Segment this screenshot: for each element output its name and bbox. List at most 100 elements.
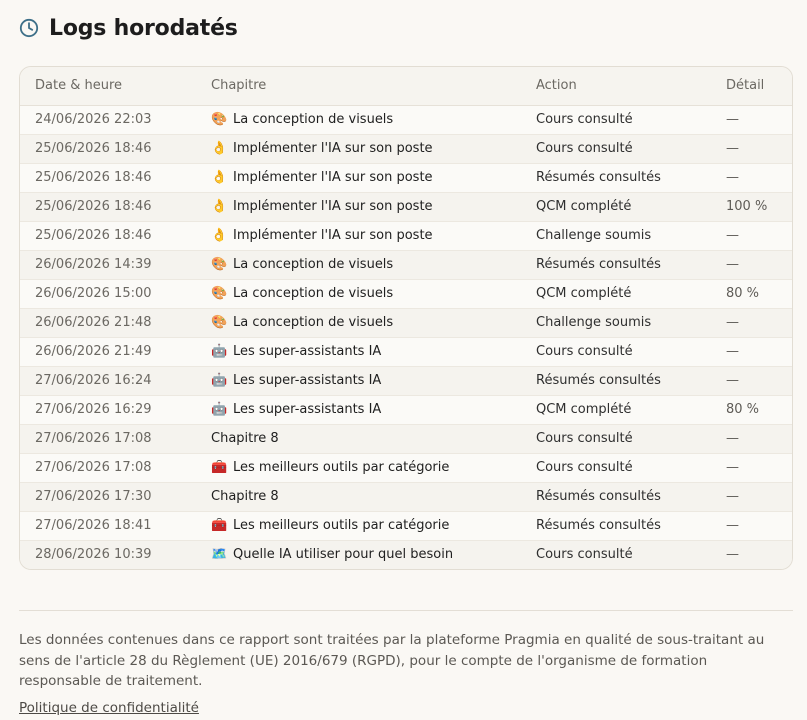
cell-date: 26/06/2026 15:00: [20, 279, 196, 309]
cell-detail: —: [711, 250, 792, 280]
cell-action: Résumés consultés: [521, 250, 711, 280]
cell-detail: —: [711, 308, 792, 338]
chapter-emoji-icon: 🧰: [211, 518, 228, 533]
cell-chapter: Chapitre 8: [196, 482, 521, 512]
chapter-emoji-icon: 👌: [211, 228, 228, 243]
cell-date: 27/06/2026 16:29: [20, 395, 196, 425]
table-row: 25/06/2026 18:46 👌 Implémenter l'IA sur so…: [20, 221, 792, 251]
cell-date: 24/06/2026 22:03: [20, 105, 196, 135]
cell-chapter: 🤖 Les super-assistants IA: [196, 337, 521, 367]
column-header-detail: Détail: [711, 67, 792, 106]
cell-detail: —: [711, 337, 792, 367]
cell-detail: —: [711, 163, 792, 193]
cell-detail: 100 %: [711, 192, 792, 222]
chapter-title: Implémenter l'IA sur son poste: [233, 199, 433, 214]
table-row: 27/06/2026 18:41 🧰 Les meilleurs outils pa…: [20, 511, 792, 541]
clock-icon: [19, 18, 39, 38]
divider: [19, 610, 793, 611]
cell-action: Cours consulté: [521, 453, 711, 483]
chapter-title: Les super-assistants IA: [233, 344, 382, 359]
cell-detail: 80 %: [711, 279, 792, 309]
chapter-emoji-icon: 👌: [211, 141, 228, 156]
chapter-title: Implémenter l'IA sur son poste: [233, 228, 433, 243]
cell-date: 27/06/2026 16:24: [20, 366, 196, 396]
cell-action: Cours consulté: [521, 540, 711, 569]
table-row: 27/06/2026 16:24 🤖 Les super-assistants IA…: [20, 366, 792, 396]
chapter-title: Les super-assistants IA: [233, 373, 382, 388]
chapter-title: La conception de visuels: [233, 112, 394, 127]
cell-chapter: 👌 Implémenter l'IA sur son poste: [196, 221, 521, 251]
table-row: 27/06/2026 17:30 Chapitre 8 Résumés consul…: [20, 482, 792, 512]
cell-action: Résumés consultés: [521, 511, 711, 541]
cell-chapter: 🎨 La conception de visuels: [196, 105, 521, 135]
cell-detail: —: [711, 221, 792, 251]
table-row: 27/06/2026 17:08 🧰 Les meilleurs outils pa…: [20, 453, 792, 483]
chapter-emoji-icon: 🧰: [211, 460, 228, 475]
chapter-title: Implémenter l'IA sur son poste: [233, 141, 433, 156]
privacy-policy-link[interactable]: Politique de confidentialité: [19, 700, 199, 716]
cell-chapter: 🎨 La conception de visuels: [196, 279, 521, 309]
chapter-emoji-icon: 🎨: [211, 286, 228, 301]
chapter-title: Chapitre 8: [211, 489, 279, 504]
cell-date: 25/06/2026 18:46: [20, 192, 196, 222]
cell-chapter: 🎨 La conception de visuels: [196, 308, 521, 338]
chapter-emoji-icon: 🎨: [211, 257, 228, 272]
column-header-chapter: Chapitre: [196, 67, 521, 106]
table-row: 26/06/2026 14:39 🎨 La conception de visuel…: [20, 250, 792, 280]
cell-date: 27/06/2026 17:30: [20, 482, 196, 512]
chapter-title: Quelle IA utiliser pour quel besoin: [233, 547, 454, 563]
table-row: 25/06/2026 18:46 👌 Implémenter l'IA sur so…: [20, 192, 792, 222]
cell-date: 26/06/2026 21:48: [20, 308, 196, 338]
cell-action: Cours consulté: [521, 424, 711, 454]
cell-detail: —: [711, 424, 792, 454]
cell-detail: —: [711, 134, 792, 164]
table-row: 24/06/2026 22:03 🎨 La conception de visuel…: [20, 105, 792, 135]
section-header: Logs horodatés: [19, 14, 793, 42]
chapter-title: Chapitre 8: [211, 431, 279, 446]
chapter-emoji-icon: 🗺️: [211, 547, 228, 563]
table-row: 26/06/2026 21:49 🤖 Les super-assistants IA…: [20, 337, 792, 367]
cell-date: 25/06/2026 18:46: [20, 163, 196, 193]
page: Logs horodatés Date & heure Chapitre Act…: [0, 0, 807, 716]
cell-action: Challenge soumis: [521, 308, 711, 338]
chapter-title: Les super-assistants IA: [233, 402, 382, 417]
cell-action: QCM complété: [521, 192, 711, 222]
cell-action: Challenge soumis: [521, 221, 711, 251]
cell-action: Cours consulté: [521, 134, 711, 164]
cell-detail: —: [711, 105, 792, 135]
cell-action: Résumés consultés: [521, 163, 711, 193]
cell-action: Résumés consultés: [521, 482, 711, 512]
gdpr-notice: Les données contenues dans ce rapport so…: [19, 632, 765, 689]
cell-action: Cours consulté: [521, 105, 711, 135]
cell-chapter: 👌 Implémenter l'IA sur son poste: [196, 163, 521, 193]
cell-date: 27/06/2026 17:08: [20, 424, 196, 454]
table-row: 27/06/2026 16:29 🤖 Les super-assistants IA…: [20, 395, 792, 425]
table-header-row: Date & heure Chapitre Action Détail: [20, 67, 792, 106]
cell-chapter: 👌 Implémenter l'IA sur son poste: [196, 134, 521, 164]
cell-detail: —: [711, 540, 792, 569]
cell-date: 27/06/2026 17:08: [20, 453, 196, 483]
cell-chapter: 🤖 Les super-assistants IA: [196, 395, 521, 425]
cell-detail: 80 %: [711, 395, 792, 425]
cell-date: 25/06/2026 18:46: [20, 134, 196, 164]
page-title: Logs horodatés: [49, 15, 238, 41]
cell-date: 26/06/2026 21:49: [20, 337, 196, 367]
chapter-emoji-icon: 🎨: [211, 315, 228, 330]
logs-table: Date & heure Chapitre Action Détail 24/0…: [20, 67, 792, 569]
cell-chapter: 🎨 La conception de visuels: [196, 250, 521, 280]
cell-date: 27/06/2026 18:41: [20, 511, 196, 541]
cell-date: 25/06/2026 18:46: [20, 221, 196, 251]
chapter-title: Les meilleurs outils par catégorie: [233, 518, 450, 533]
cell-date: 26/06/2026 14:39: [20, 250, 196, 280]
logs-table-card: Date & heure Chapitre Action Détail 24/0…: [19, 66, 793, 570]
chapter-emoji-icon: 🤖: [211, 373, 228, 388]
cell-chapter: 🧰 Les meilleurs outils par catégorie: [196, 453, 521, 483]
chapter-emoji-icon: 🤖: [211, 344, 228, 359]
table-row: 25/06/2026 18:46 👌 Implémenter l'IA sur so…: [20, 163, 792, 193]
column-header-date: Date & heure: [20, 67, 196, 106]
cell-chapter: 🤖 Les super-assistants IA: [196, 366, 521, 396]
chapter-title: Implémenter l'IA sur son poste: [233, 170, 433, 185]
cell-chapter: 👌 Implémenter l'IA sur son poste: [196, 192, 521, 222]
cell-action: QCM complété: [521, 279, 711, 309]
column-header-action: Action: [521, 67, 711, 106]
